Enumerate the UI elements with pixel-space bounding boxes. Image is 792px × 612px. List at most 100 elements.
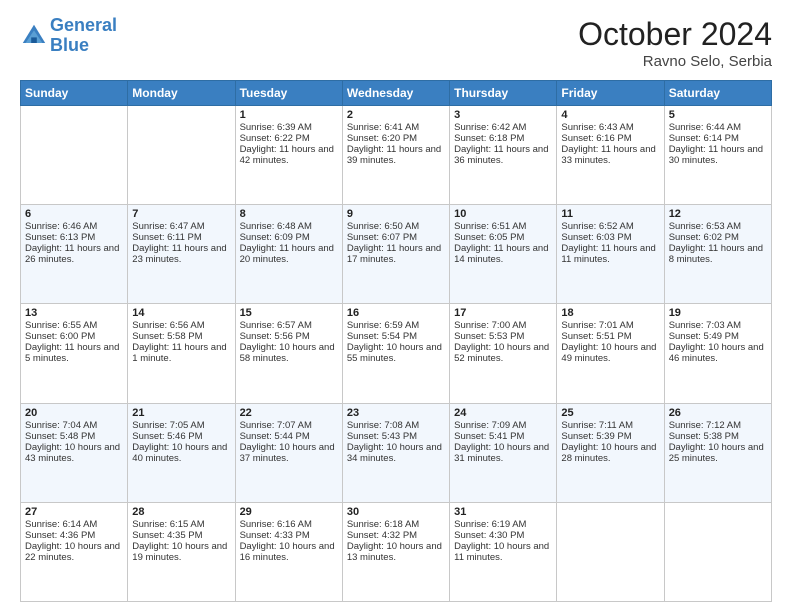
daylight-text: Daylight: 10 hours and 40 minutes. [132, 442, 227, 464]
daylight-text: Daylight: 10 hours and 55 minutes. [347, 342, 442, 364]
sunset-text: Sunset: 6:13 PM [25, 232, 95, 243]
sunset-text: Sunset: 5:49 PM [669, 331, 739, 342]
daylight-text: Daylight: 11 hours and 26 minutes. [25, 243, 119, 265]
day-cell: 19 Sunrise: 7:03 AM Sunset: 5:49 PM Dayl… [664, 304, 771, 403]
week-row-3: 13 Sunrise: 6:55 AM Sunset: 6:00 PM Dayl… [21, 304, 772, 403]
day-cell: 24 Sunrise: 7:09 AM Sunset: 5:41 PM Dayl… [450, 403, 557, 502]
daylight-text: Daylight: 10 hours and 28 minutes. [561, 442, 656, 464]
day-number: 4 [561, 109, 659, 121]
sunset-text: Sunset: 6:03 PM [561, 232, 631, 243]
sunrise-text: Sunrise: 6:56 AM [132, 320, 204, 331]
day-cell: 9 Sunrise: 6:50 AM Sunset: 6:07 PM Dayli… [342, 205, 449, 304]
daylight-text: Daylight: 10 hours and 13 minutes. [347, 541, 442, 563]
day-cell: 30 Sunrise: 6:18 AM Sunset: 4:32 PM Dayl… [342, 502, 449, 601]
day-cell: 10 Sunrise: 6:51 AM Sunset: 6:05 PM Dayl… [450, 205, 557, 304]
day-number: 24 [454, 407, 552, 419]
sunrise-text: Sunrise: 6:47 AM [132, 221, 204, 232]
week-row-5: 27 Sunrise: 6:14 AM Sunset: 4:36 PM Dayl… [21, 502, 772, 601]
day-number: 13 [25, 307, 123, 319]
day-header-wednesday: Wednesday [342, 81, 449, 106]
day-number: 1 [240, 109, 338, 121]
sunrise-text: Sunrise: 6:52 AM [561, 221, 633, 232]
page: General Blue October 2024 Ravno Selo, Se… [0, 0, 792, 612]
day-number: 6 [25, 208, 123, 220]
logo-general: General [50, 15, 117, 35]
sunset-text: Sunset: 6:18 PM [454, 133, 524, 144]
daylight-text: Daylight: 11 hours and 36 minutes. [454, 144, 548, 166]
sunrise-text: Sunrise: 6:53 AM [669, 221, 741, 232]
day-number: 20 [25, 407, 123, 419]
day-number: 31 [454, 506, 552, 518]
sunrise-text: Sunrise: 7:00 AM [454, 320, 526, 331]
sunset-text: Sunset: 5:54 PM [347, 331, 417, 342]
title-block: October 2024 Ravno Selo, Serbia [578, 16, 772, 70]
day-number: 28 [132, 506, 230, 518]
header: General Blue October 2024 Ravno Selo, Se… [20, 16, 772, 70]
sunrise-text: Sunrise: 6:16 AM [240, 519, 312, 530]
sunset-text: Sunset: 5:46 PM [132, 431, 202, 442]
logo-blue: Blue [50, 35, 89, 55]
sunset-text: Sunset: 6:02 PM [669, 232, 739, 243]
daylight-text: Daylight: 10 hours and 49 minutes. [561, 342, 656, 364]
sunrise-text: Sunrise: 6:41 AM [347, 122, 419, 133]
day-number: 18 [561, 307, 659, 319]
daylight-text: Daylight: 11 hours and 14 minutes. [454, 243, 548, 265]
sunset-text: Sunset: 6:16 PM [561, 133, 631, 144]
daylight-text: Daylight: 10 hours and 31 minutes. [454, 442, 549, 464]
week-row-1: 1 Sunrise: 6:39 AM Sunset: 6:22 PM Dayli… [21, 106, 772, 205]
daylight-text: Daylight: 11 hours and 42 minutes. [240, 144, 334, 166]
day-number: 12 [669, 208, 767, 220]
day-number: 2 [347, 109, 445, 121]
day-number: 26 [669, 407, 767, 419]
day-cell: 11 Sunrise: 6:52 AM Sunset: 6:03 PM Dayl… [557, 205, 664, 304]
daylight-text: Daylight: 10 hours and 46 minutes. [669, 342, 764, 364]
sunset-text: Sunset: 4:30 PM [454, 530, 524, 541]
sunset-text: Sunset: 6:20 PM [347, 133, 417, 144]
day-number: 27 [25, 506, 123, 518]
sunset-text: Sunset: 5:53 PM [454, 331, 524, 342]
day-cell [557, 502, 664, 601]
sunrise-text: Sunrise: 7:12 AM [669, 420, 741, 431]
daylight-text: Daylight: 10 hours and 25 minutes. [669, 442, 764, 464]
sunrise-text: Sunrise: 6:42 AM [454, 122, 526, 133]
sunset-text: Sunset: 5:48 PM [25, 431, 95, 442]
day-cell: 28 Sunrise: 6:15 AM Sunset: 4:35 PM Dayl… [128, 502, 235, 601]
day-header-saturday: Saturday [664, 81, 771, 106]
day-cell: 23 Sunrise: 7:08 AM Sunset: 5:43 PM Dayl… [342, 403, 449, 502]
sunset-text: Sunset: 6:14 PM [669, 133, 739, 144]
day-number: 30 [347, 506, 445, 518]
sunset-text: Sunset: 5:39 PM [561, 431, 631, 442]
daylight-text: Daylight: 11 hours and 33 minutes. [561, 144, 655, 166]
day-cell: 2 Sunrise: 6:41 AM Sunset: 6:20 PM Dayli… [342, 106, 449, 205]
day-number: 10 [454, 208, 552, 220]
daylight-text: Daylight: 10 hours and 16 minutes. [240, 541, 335, 563]
sunrise-text: Sunrise: 6:46 AM [25, 221, 97, 232]
logo-icon [20, 22, 48, 50]
sunset-text: Sunset: 5:38 PM [669, 431, 739, 442]
day-cell: 1 Sunrise: 6:39 AM Sunset: 6:22 PM Dayli… [235, 106, 342, 205]
sunrise-text: Sunrise: 6:48 AM [240, 221, 312, 232]
day-cell: 25 Sunrise: 7:11 AM Sunset: 5:39 PM Dayl… [557, 403, 664, 502]
day-cell: 22 Sunrise: 7:07 AM Sunset: 5:44 PM Dayl… [235, 403, 342, 502]
day-cell: 20 Sunrise: 7:04 AM Sunset: 5:48 PM Dayl… [21, 403, 128, 502]
sunrise-text: Sunrise: 7:04 AM [25, 420, 97, 431]
sunrise-text: Sunrise: 7:05 AM [132, 420, 204, 431]
month-title: October 2024 [578, 16, 772, 53]
sunrise-text: Sunrise: 6:59 AM [347, 320, 419, 331]
day-number: 9 [347, 208, 445, 220]
daylight-text: Daylight: 11 hours and 39 minutes. [347, 144, 441, 166]
sunset-text: Sunset: 4:36 PM [25, 530, 95, 541]
logo-text: General Blue [50, 16, 117, 56]
sunrise-text: Sunrise: 6:44 AM [669, 122, 741, 133]
sunrise-text: Sunrise: 6:15 AM [132, 519, 204, 530]
sunset-text: Sunset: 4:35 PM [132, 530, 202, 541]
week-row-2: 6 Sunrise: 6:46 AM Sunset: 6:13 PM Dayli… [21, 205, 772, 304]
sunset-text: Sunset: 6:09 PM [240, 232, 310, 243]
day-cell: 14 Sunrise: 6:56 AM Sunset: 5:58 PM Dayl… [128, 304, 235, 403]
sunrise-text: Sunrise: 6:43 AM [561, 122, 633, 133]
daylight-text: Daylight: 10 hours and 34 minutes. [347, 442, 442, 464]
day-cell: 7 Sunrise: 6:47 AM Sunset: 6:11 PM Dayli… [128, 205, 235, 304]
day-header-friday: Friday [557, 81, 664, 106]
day-number: 16 [347, 307, 445, 319]
day-number: 19 [669, 307, 767, 319]
